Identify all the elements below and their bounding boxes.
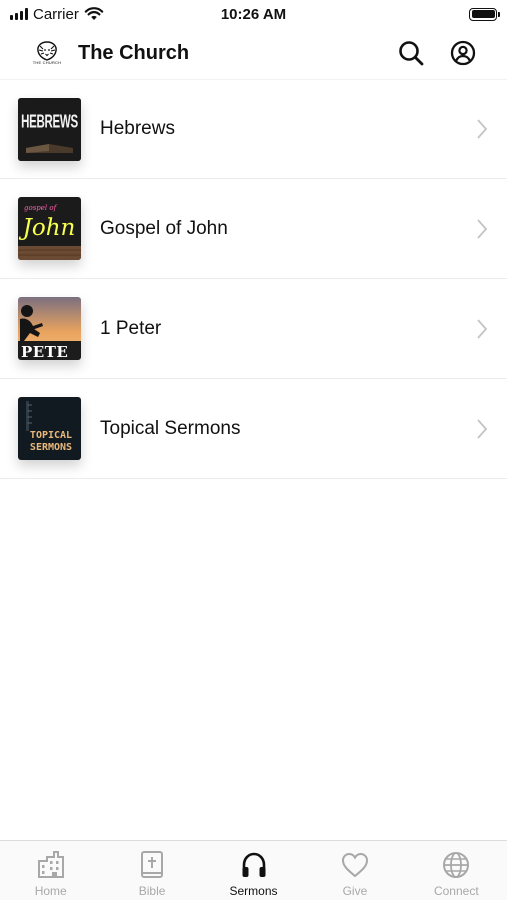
tab-label: Home (34, 884, 67, 898)
tab-home[interactable]: Home (0, 841, 101, 900)
tab-connect[interactable]: Connect (406, 841, 507, 900)
thumbnail-gospel-of-john: gospel of John (18, 197, 81, 260)
tab-bible[interactable]: Bible (101, 841, 202, 900)
tab-label: Connect (433, 884, 479, 898)
search-icon (399, 41, 424, 66)
church-logo: THE CHURCH (32, 38, 62, 68)
app-header: THE CHURCH The Church (0, 28, 507, 78)
list-item-gospel-of-john[interactable]: gospel of John Gospel of John (0, 179, 507, 279)
series-title: Gospel of John (100, 217, 228, 239)
lion-logo-icon (37, 41, 57, 61)
topical-artwork: TOPICAL SERMONS (18, 397, 81, 460)
series-title: Topical Sermons (100, 417, 241, 439)
app-title: The Church (78, 41, 190, 64)
thumbnail-hebrews: HEBREWS (18, 97, 81, 161)
tab-label: Sermons (229, 884, 278, 898)
thumb-text-john: John (19, 215, 76, 241)
sermon-series-list: HEBREWS Hebrews gospel of John Gospel of… (0, 79, 507, 479)
series-title: Hebrews (100, 118, 175, 139)
tab-bar: Home Bible Sermons Give Connect (0, 840, 507, 900)
tab-give[interactable]: Give (304, 841, 405, 900)
tab-label: Give (342, 884, 368, 898)
list-item-topical-sermons[interactable]: TOPICAL SERMONS Topical Sermons (0, 379, 507, 479)
thumbnail-topical-sermons: TOPICAL SERMONS (18, 397, 81, 460)
headphones-icon (239, 850, 269, 880)
search-button[interactable] (397, 39, 425, 67)
wifi-icon (84, 7, 104, 20)
chevron-right-icon (477, 119, 488, 139)
status-left: Carrier (10, 6, 104, 23)
heart-icon (340, 850, 370, 880)
chevron-right-icon (477, 318, 488, 339)
thumbnail-1-peter: PETE (18, 297, 81, 360)
chevron-right-icon (477, 218, 488, 239)
account-button[interactable] (449, 39, 477, 67)
carrier-label: Carrier (33, 5, 79, 23)
chevron-right-icon (477, 418, 488, 439)
series-title: 1 Peter (100, 317, 162, 339)
hebrews-artwork: HEBREWS (18, 97, 81, 161)
signal-icon (10, 8, 28, 20)
peter-artwork: PETE (18, 297, 81, 360)
thumb-small-text-john: gospel of (24, 204, 58, 212)
status-bar: Carrier 10:26 AM (0, 0, 507, 28)
tab-sermons[interactable]: Sermons (203, 841, 304, 900)
account-icon (450, 40, 476, 66)
list-item-1-peter[interactable]: PETE 1 Peter (0, 279, 507, 379)
globe-icon (441, 850, 471, 880)
thumb-text-topical: TOPICAL (30, 430, 72, 441)
bible-icon (137, 850, 167, 880)
thumb-text-sermons: SERMONS (30, 442, 72, 453)
header-actions (397, 39, 477, 67)
list-item-hebrews[interactable]: HEBREWS Hebrews (0, 79, 507, 179)
logo-caption: THE CHURCH (32, 60, 62, 65)
tab-label: Bible (138, 884, 166, 898)
john-artwork: gospel of John (18, 197, 81, 260)
building-icon (36, 850, 66, 880)
battery-icon (469, 7, 500, 21)
thumb-text-peter: PETE (21, 343, 68, 360)
thumb-text-hebrews: HEBREWS (21, 112, 78, 132)
